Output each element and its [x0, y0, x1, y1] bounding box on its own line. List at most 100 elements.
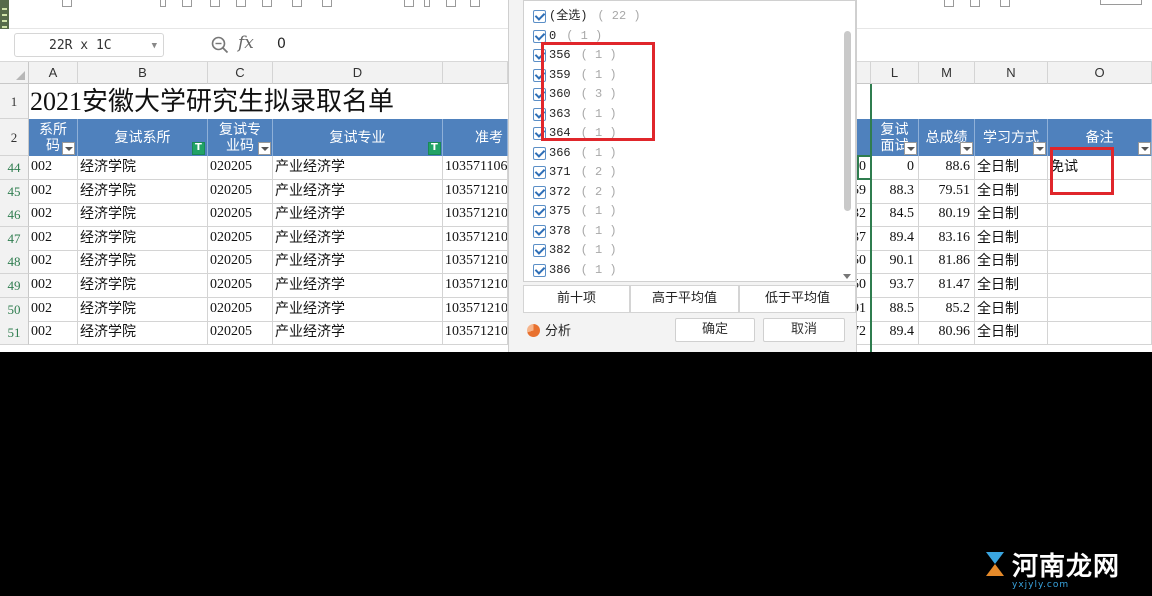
table-cell[interactable]: 91 — [857, 297, 871, 322]
toolbar-icon[interactable] — [62, 0, 72, 7]
filter-button[interactable] — [258, 142, 271, 155]
checkbox-checked-icon[interactable] — [533, 244, 546, 257]
table-cell[interactable]: 产业经济学 — [273, 226, 443, 251]
filter-list-item[interactable]: (全选) ( 22 ) — [533, 7, 641, 26]
table-cell[interactable]: 020205 — [208, 297, 273, 322]
row-header[interactable]: 47 — [0, 226, 29, 251]
table-cell[interactable]: 全日制 — [975, 226, 1048, 251]
name-box[interactable]: 22R x 1C ▼ — [14, 33, 164, 57]
formula-input[interactable]: 0 — [277, 36, 286, 52]
column-header[interactable] — [857, 62, 871, 84]
above-average-button[interactable]: 高于平均值 — [630, 285, 739, 313]
column-header[interactable]: A — [29, 62, 78, 84]
checkbox-checked-icon[interactable] — [533, 166, 546, 179]
checkbox-checked-icon[interactable] — [533, 146, 546, 160]
column-header[interactable]: L — [871, 62, 919, 84]
toolbar-icon[interactable] — [446, 0, 456, 7]
table-cell[interactable]: 全日制 — [975, 297, 1048, 322]
filter-list-item[interactable]: 386 ( 1 ) — [533, 261, 617, 280]
table-cell[interactable]: 全日制 — [975, 274, 1048, 298]
table-cell[interactable]: 50 — [857, 274, 871, 298]
filter-button[interactable] — [960, 142, 973, 155]
table-cell[interactable]: 103571210 — [443, 250, 508, 275]
column-header[interactable]: O — [1048, 62, 1152, 84]
table-cell[interactable]: 93.7 — [871, 274, 919, 298]
table-cell[interactable]: 经济学院 — [78, 226, 208, 251]
table-cell[interactable]: 全日制 — [975, 321, 1048, 346]
row-header[interactable]: 49 — [0, 274, 29, 298]
active-cell[interactable] — [857, 155, 872, 180]
table-cell[interactable]: 85.2 — [919, 297, 975, 322]
row-header[interactable]: 44 — [0, 156, 29, 180]
table-cell[interactable]: 全日制 — [975, 179, 1048, 204]
row-header[interactable]: 45 — [0, 179, 29, 204]
table-cell[interactable]: 37 — [857, 226, 871, 251]
table-cell[interactable]: 88.5 — [871, 297, 919, 322]
table-cell[interactable]: 103571210 — [443, 179, 508, 204]
table-cell[interactable]: 经济学院 — [78, 179, 208, 204]
filter-list-item[interactable]: 366 ( 1 ) — [533, 144, 617, 163]
table-cell[interactable]: 90.1 — [871, 250, 919, 275]
cancel-button[interactable]: 取消 — [763, 318, 845, 342]
table-cell[interactable] — [1048, 250, 1152, 275]
checkbox-checked-icon[interactable] — [533, 224, 546, 238]
filter-list-item[interactable]: 372 ( 2 ) — [533, 183, 617, 202]
table-cell[interactable]: 103571210 — [443, 321, 508, 346]
filter-button[interactable] — [1033, 142, 1046, 155]
row-header[interactable]: 46 — [0, 203, 29, 228]
table-cell[interactable]: 80.19 — [919, 203, 975, 228]
table-cell[interactable]: 50 — [857, 250, 871, 275]
filter-list-item[interactable]: 378 ( 1 ) — [533, 222, 617, 241]
table-cell[interactable]: 89.4 — [871, 321, 919, 346]
scroll-down-icon[interactable] — [843, 274, 851, 279]
table-cell[interactable]: 产业经济学 — [273, 321, 443, 346]
table-cell[interactable]: 002 — [29, 203, 78, 228]
filter-button[interactable] — [1138, 142, 1151, 155]
table-cell[interactable]: 020205 — [208, 226, 273, 251]
filter-list-item[interactable]: 371 ( 2 ) — [533, 163, 617, 182]
table-cell[interactable]: 103571210 — [443, 297, 508, 322]
table-cell[interactable]: 89.4 — [871, 226, 919, 251]
toolbar-icon[interactable] — [262, 0, 272, 7]
table-cell[interactable]: 020205 — [208, 274, 273, 298]
checkbox-checked-icon[interactable] — [533, 29, 546, 43]
table-cell[interactable]: 88.3 — [871, 179, 919, 204]
row-header[interactable]: 2 — [0, 119, 29, 156]
table-cell[interactable] — [1048, 226, 1152, 251]
checkbox-checked-icon[interactable] — [533, 185, 546, 199]
table-cell[interactable]: 002 — [29, 179, 78, 204]
table-cell[interactable]: 经济学院 — [78, 321, 208, 346]
table-cell[interactable]: 020205 — [208, 321, 273, 346]
chevron-down-icon[interactable]: ▼ — [152, 34, 157, 58]
ok-button[interactable]: 确定 — [675, 318, 755, 342]
table-cell[interactable]: 88.6 — [919, 156, 975, 180]
table-cell[interactable]: 83.16 — [919, 226, 975, 251]
row-header[interactable]: 50 — [0, 297, 29, 322]
checkbox-checked-icon[interactable] — [533, 263, 546, 277]
filter-button[interactable] — [904, 142, 917, 155]
checkbox-checked-icon[interactable] — [533, 10, 546, 23]
table-cell[interactable]: 79.51 — [919, 179, 975, 204]
table-cell[interactable]: 经济学院 — [78, 250, 208, 275]
table-cell[interactable]: 产业经济学 — [273, 274, 443, 298]
toolbar-icon[interactable] — [236, 0, 246, 7]
table-cell[interactable]: 产业经济学 — [273, 156, 443, 180]
table-cell[interactable]: 002 — [29, 274, 78, 298]
table-cell[interactable]: 103571106 — [443, 156, 508, 180]
table-cell[interactable]: 经济学院 — [78, 203, 208, 228]
toolbar-box[interactable] — [1100, 0, 1142, 5]
row-header[interactable]: 48 — [0, 250, 29, 275]
table-cell[interactable]: 020205 — [208, 203, 273, 228]
toolbar-icon[interactable] — [1000, 0, 1010, 7]
table-cell[interactable]: 002 — [29, 297, 78, 322]
table-cell[interactable]: 103571210 — [443, 203, 508, 228]
table-cell[interactable] — [1048, 203, 1152, 228]
table-cell[interactable]: 103571210 — [443, 226, 508, 251]
toolbar-icon[interactable] — [424, 0, 430, 7]
table-cell[interactable]: 59 — [857, 179, 871, 204]
table-cell[interactable]: 0 — [871, 156, 919, 180]
table-cell[interactable]: 产业经济学 — [273, 250, 443, 275]
table-cell[interactable]: 全日制 — [975, 203, 1048, 228]
table-cell[interactable]: 经济学院 — [78, 297, 208, 322]
toolbar-icon[interactable] — [944, 0, 954, 7]
